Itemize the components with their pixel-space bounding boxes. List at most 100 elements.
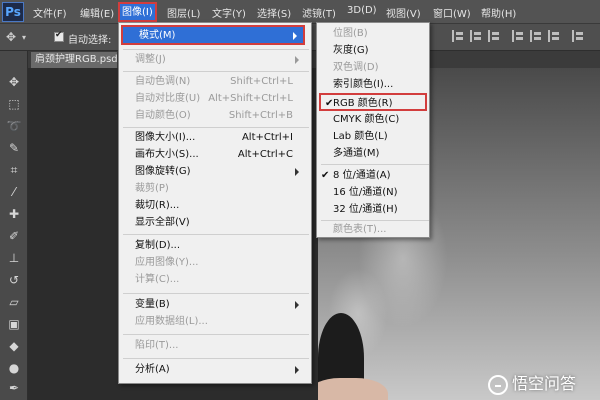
- menu-item-color-table[interactable]: 颜色表(T)...: [317, 221, 425, 239]
- figure-shoulder: [318, 378, 388, 400]
- menu-filter[interactable]: 滤镜(T): [302, 5, 336, 20]
- menu-separator: [123, 334, 309, 335]
- menu-separator: [123, 293, 309, 294]
- menu-item-duplicate[interactable]: 复制(D)...: [119, 237, 305, 255]
- menu-view[interactable]: 视图(V): [386, 5, 421, 20]
- menu-item-analysis[interactable]: 分析(A): [119, 361, 305, 379]
- menu-item-label: 自动颜色(O): [135, 110, 191, 121]
- menu-item-label: Lab 颜色(L): [333, 131, 388, 142]
- menu-item-auto-color[interactable]: 自动颜色(O) Shift+Ctrl+B: [119, 107, 305, 125]
- align-left-icon[interactable]: [452, 30, 464, 42]
- menu-item-label: 位图(B): [333, 28, 368, 39]
- document-tab[interactable]: 肩颈护理RGB.psd: [31, 52, 117, 68]
- menu-item-reveal-all[interactable]: 显示全部(V): [119, 214, 305, 232]
- menu-layer[interactable]: 图层(L): [167, 5, 200, 20]
- menu-item-calculations[interactable]: 计算(C)...: [119, 271, 305, 289]
- pen-tool-icon[interactable]: ✒: [6, 381, 22, 395]
- menu-item-adjust[interactable]: 调整(J): [119, 51, 305, 69]
- menu-separator: [123, 71, 309, 72]
- menu-item-label: 调整(J): [135, 54, 166, 65]
- distribute-bottom-icon[interactable]: [548, 30, 560, 42]
- menu-item-cmyk-color[interactable]: CMYK 颜色(C): [317, 111, 425, 129]
- menu-item-auto-contrast[interactable]: 自动对比度(U) Alt+Shift+Ctrl+L: [119, 90, 305, 108]
- menu-item-image-rotation[interactable]: 图像旋转(G): [119, 163, 305, 181]
- menu-item-label: 陷印(T)...: [135, 340, 179, 351]
- menu-item-label: 图像旋转(G): [135, 166, 191, 177]
- menu-item-crop[interactable]: 裁剪(P): [119, 180, 305, 198]
- align-center-icon[interactable]: [470, 30, 482, 42]
- menu-item-image-size[interactable]: 图像大小(I)... Alt+Ctrl+I: [119, 129, 305, 147]
- menu-item-label: 复制(D)...: [135, 240, 181, 251]
- crop-tool-icon[interactable]: ⌗: [6, 163, 22, 177]
- menu-item-indexed-color[interactable]: 索引颜色(I)...: [317, 76, 425, 94]
- submenu-arrow-icon: [295, 301, 299, 309]
- menu-edit[interactable]: 编辑(E): [80, 5, 114, 20]
- menu-item-multichannel[interactable]: 多通道(M): [317, 145, 425, 163]
- menu-item-label: CMYK 颜色(C): [333, 114, 400, 125]
- menu-item-duotone[interactable]: 双色调(D): [317, 59, 425, 77]
- distribute-top-icon[interactable]: [512, 30, 524, 42]
- menu-help[interactable]: 帮助(H): [481, 5, 516, 20]
- menu-item-label: 双色调(D): [333, 62, 379, 73]
- blur-tool-icon[interactable]: ◆: [6, 339, 22, 353]
- menu-item-label: 画布大小(S)...: [135, 149, 199, 160]
- menu-item-rgb-color[interactable]: ✔ RGB 颜色(R): [319, 93, 427, 111]
- submenu-arrow-icon: [295, 56, 299, 64]
- mode-submenu: 位图(B) 灰度(G) 双色调(D) 索引颜色(I)... ✔ RGB 颜色(R…: [316, 22, 430, 238]
- menu-3d[interactable]: 3D(D): [347, 5, 377, 16]
- distribute-middle-icon[interactable]: [530, 30, 542, 42]
- menu-item-bitmap[interactable]: 位图(B): [317, 25, 425, 43]
- menu-item-trap[interactable]: 陷印(T)...: [119, 337, 305, 355]
- menu-item-variables[interactable]: 变量(B): [119, 296, 305, 314]
- distribute-left-icon[interactable]: [572, 30, 584, 42]
- menu-item-mode[interactable]: 模式(M): [121, 25, 305, 45]
- dodge-tool-icon[interactable]: ●: [6, 361, 22, 375]
- auto-select-label: 自动选择:: [68, 35, 112, 46]
- menu-item-canvas-size[interactable]: 画布大小(S)... Alt+Ctrl+C: [119, 146, 305, 164]
- menu-window[interactable]: 窗口(W): [433, 5, 471, 20]
- menu-separator: [321, 164, 429, 165]
- menu-type[interactable]: 文字(Y): [212, 5, 246, 20]
- menu-item-label: 8 位/通道(A): [333, 170, 391, 181]
- lasso-tool-icon[interactable]: ➰: [6, 119, 22, 133]
- menu-separator: [123, 127, 309, 128]
- menu-item-apply-data-set[interactable]: 应用数据组(L)...: [119, 313, 305, 331]
- menu-item-label: 自动对比度(U): [135, 93, 201, 104]
- menu-item-8-bit[interactable]: ✔ 8 位/通道(A): [317, 167, 425, 185]
- auto-select-checkbox[interactable]: [54, 30, 64, 42]
- eyedropper-tool-icon[interactable]: ⁄: [6, 185, 22, 199]
- marquee-tool-icon[interactable]: ⬚: [6, 97, 22, 111]
- menu-item-16-bit[interactable]: 16 位/通道(N): [317, 184, 425, 202]
- align-right-icon[interactable]: [488, 30, 500, 42]
- gradient-tool-icon[interactable]: ▣: [6, 317, 22, 331]
- menu-item-label: 索引颜色(I)...: [333, 79, 394, 90]
- eraser-tool-icon[interactable]: ▱: [6, 295, 22, 309]
- menu-item-apply-image[interactable]: 应用图像(Y)...: [119, 254, 305, 272]
- menu-select[interactable]: 选择(S): [257, 5, 291, 20]
- history-brush-tool-icon[interactable]: ↺: [6, 273, 22, 287]
- menu-item-32-bit[interactable]: 32 位/通道(H): [317, 201, 425, 219]
- brush-tool-icon[interactable]: ✐: [6, 229, 22, 243]
- menu-separator: [123, 49, 309, 50]
- menu-item-shortcut: Shift+Ctrl+B: [228, 110, 293, 121]
- image-menu-dropdown: 模式(M) 调整(J) 自动色调(N) Shift+Ctrl+L 自动对比度(U…: [118, 22, 312, 384]
- quick-select-tool-icon[interactable]: ✎: [6, 141, 22, 155]
- menu-item-label: 32 位/通道(H): [333, 204, 398, 215]
- menu-item-lab-color[interactable]: Lab 颜色(L): [317, 128, 425, 146]
- clone-stamp-tool-icon[interactable]: ⊥: [6, 251, 22, 265]
- healing-brush-tool-icon[interactable]: ✚: [6, 207, 22, 221]
- watermark-text: 悟空问答: [512, 374, 577, 393]
- menu-item-label: 颜色表(T)...: [333, 224, 387, 235]
- canvas-area[interactable]: [28, 68, 600, 400]
- move-tool-icon[interactable]: ✥: [6, 30, 16, 44]
- checkmark-icon: ✔: [321, 170, 330, 181]
- menu-image[interactable]: 图像(I): [118, 2, 157, 22]
- menu-item-label: 计算(C)...: [135, 274, 180, 285]
- menu-file[interactable]: 文件(F): [33, 5, 67, 20]
- menu-item-grayscale[interactable]: 灰度(G): [317, 42, 425, 60]
- menu-item-shortcut: Alt+Shift+Ctrl+L: [208, 93, 293, 104]
- menu-item-auto-tone[interactable]: 自动色调(N) Shift+Ctrl+L: [119, 73, 305, 91]
- menu-item-trim[interactable]: 裁切(R)...: [119, 197, 305, 215]
- chevron-down-icon[interactable]: ▾: [22, 33, 26, 42]
- move-tool-icon[interactable]: ✥: [6, 75, 22, 89]
